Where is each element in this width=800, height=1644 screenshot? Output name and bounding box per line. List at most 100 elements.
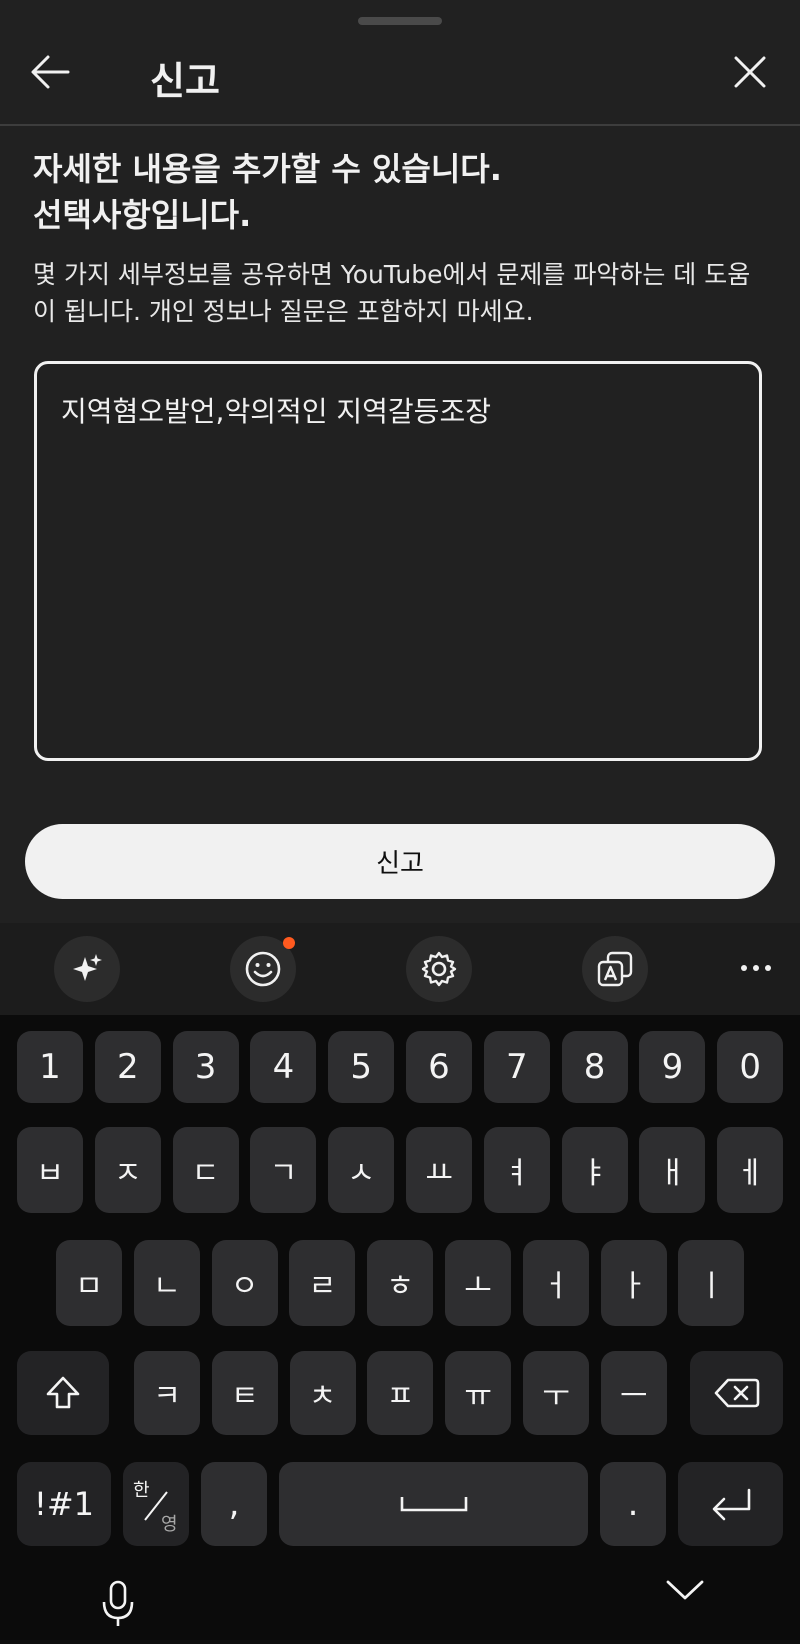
number-key-8[interactable]: 9 (639, 1031, 706, 1103)
jamo-key-row3-3[interactable]: ㅍ (367, 1351, 434, 1435)
jamo-key-row2-4[interactable]: ㅎ (367, 1240, 434, 1326)
hide-keyboard-button[interactable] (660, 1580, 710, 1640)
key-label: ㅐ (658, 1156, 687, 1191)
key-label: 4 (272, 1047, 295, 1087)
enter-key[interactable] (678, 1462, 783, 1546)
period-key[interactable]: . (600, 1462, 666, 1546)
keyboard (0, 1015, 800, 1640)
report-submit-button[interactable]: 신고 (25, 824, 775, 899)
details-textarea[interactable]: 지역혐오발언,악의적인 지역갈등조장 (34, 361, 762, 761)
number-key-1[interactable]: 2 (94, 1031, 161, 1103)
comma-key[interactable]: , (201, 1462, 267, 1546)
keyboard-bottom-bar (0, 1580, 800, 1640)
key-label: 2 (116, 1047, 139, 1087)
space-key[interactable] (279, 1462, 588, 1546)
jamo-key-row1-5[interactable]: ㅛ (406, 1127, 472, 1213)
jamo-key-row1-7[interactable]: ㅑ (561, 1127, 628, 1213)
number-key-3[interactable]: 4 (250, 1031, 317, 1103)
shift-key[interactable] (17, 1351, 109, 1435)
jamo-key-row1-1[interactable]: ㅈ (94, 1127, 161, 1213)
jamo-key-row1-9[interactable]: ㅔ (717, 1127, 784, 1213)
jamo-key-row3-2[interactable]: ㅊ (289, 1351, 356, 1435)
number-key-6[interactable]: 7 (483, 1031, 550, 1103)
jamo-key-row1-3[interactable]: ㄱ (250, 1127, 317, 1213)
section-heading: 자세한 내용을 추가할 수 있습니다. 선택사항입니다. (33, 146, 773, 238)
symbols-key[interactable]: !#1 (17, 1462, 111, 1546)
close-icon (734, 56, 766, 88)
key-label: 7 (505, 1047, 528, 1087)
chevron-down-icon (666, 1580, 704, 1600)
key-label: ㄱ (269, 1156, 298, 1191)
translate-button[interactable] (582, 936, 648, 1002)
symbols-key-label: !#1 (34, 1485, 94, 1523)
microphone-icon (102, 1580, 134, 1626)
jamo-key-row1-8[interactable]: ㅐ (639, 1127, 706, 1213)
voice-input-button[interactable] (96, 1580, 140, 1640)
key-label: ㅏ (619, 1269, 648, 1304)
key-label: ㅑ (580, 1156, 609, 1191)
arrow-left-icon (31, 55, 70, 89)
jamo-key-row1-2[interactable]: ㄷ (172, 1127, 239, 1213)
jamo-key-row2-0[interactable]: ㅁ (56, 1240, 122, 1326)
ai-tools-button[interactable] (54, 936, 120, 1002)
number-key-4[interactable]: 5 (328, 1031, 395, 1103)
jamo-key-row2-7[interactable]: ㅏ (600, 1240, 667, 1326)
jamo-key-row3-4[interactable]: ㅠ (445, 1351, 512, 1435)
key-label: ㅅ (347, 1156, 375, 1191)
key-label: ㅗ (464, 1269, 492, 1304)
slash-icon (144, 1491, 168, 1521)
jamo-key-row1-6[interactable]: ㅕ (483, 1127, 550, 1213)
jamo-key-row2-6[interactable]: ㅓ (522, 1240, 589, 1326)
jamo-key-row3-6[interactable]: ㅡ (600, 1351, 667, 1435)
key-label: ㅁ (75, 1269, 103, 1304)
key-label: ㅠ (464, 1379, 492, 1414)
jamo-key-row1-0[interactable]: ㅂ (17, 1127, 83, 1213)
jamo-key-row1-4[interactable]: ㅅ (328, 1127, 395, 1213)
keyboard-settings-button[interactable] (406, 936, 472, 1002)
space-icon (400, 1497, 467, 1512)
heading-line-1: 자세한 내용을 추가할 수 있습니다. (33, 150, 502, 188)
jamo-key-row2-3[interactable]: ㄹ (289, 1240, 356, 1326)
jamo-key-row2-5[interactable]: ㅗ (445, 1240, 511, 1326)
more-options-button[interactable] (731, 935, 781, 1001)
key-label: ㅋ (153, 1379, 181, 1414)
key-label: ㅌ (230, 1379, 259, 1414)
backspace-key[interactable] (690, 1351, 783, 1435)
key-label: 6 (428, 1047, 450, 1087)
jamo-key-row2-2[interactable]: ㅇ (211, 1240, 278, 1326)
number-key-2[interactable]: 3 (172, 1031, 239, 1103)
key-label: 3 (194, 1047, 217, 1087)
jamo-key-row2-8[interactable]: ㅣ (678, 1240, 745, 1326)
key-label: ㅍ (386, 1379, 415, 1414)
translate-icon (597, 951, 633, 987)
key-label: ㅣ (697, 1269, 726, 1304)
key-label: ㅡ (619, 1379, 648, 1414)
key-label: ㄴ (152, 1269, 181, 1304)
shift-icon (46, 1376, 80, 1409)
number-key-9[interactable]: 0 (717, 1031, 784, 1103)
page-title: 신고 (150, 59, 220, 103)
notification-dot (283, 937, 295, 949)
jamo-key-row3-5[interactable]: ㅜ (523, 1351, 589, 1435)
sparkle-icon (73, 954, 102, 981)
language-toggle-key[interactable]: 한 영 (123, 1462, 189, 1546)
close-button[interactable] (718, 40, 782, 104)
jamo-key-row3-0[interactable]: ㅋ (134, 1351, 200, 1435)
comma-key-label: , (228, 1484, 240, 1524)
key-label: ㅂ (36, 1156, 64, 1191)
number-key-0[interactable]: 1 (17, 1031, 83, 1103)
jamo-key-row2-1[interactable]: ㄴ (133, 1240, 200, 1326)
key-label: 5 (350, 1047, 372, 1087)
key-label: ㅊ (308, 1379, 337, 1414)
number-key-5[interactable]: 6 (406, 1031, 472, 1103)
textarea-value[interactable]: 지역혐오발언,악의적인 지역갈등조장 (61, 395, 491, 428)
settings-icon (421, 951, 457, 987)
drag-handle[interactable] (358, 17, 442, 25)
key-label: ㅜ (542, 1379, 570, 1414)
key-label: ㅈ (113, 1156, 142, 1191)
key-label: 8 (583, 1047, 606, 1087)
jamo-key-row3-1[interactable]: ㅌ (211, 1351, 278, 1435)
keyboard-toolbar (0, 923, 800, 1015)
number-key-7[interactable]: 8 (561, 1031, 628, 1103)
back-button[interactable] (18, 40, 82, 104)
